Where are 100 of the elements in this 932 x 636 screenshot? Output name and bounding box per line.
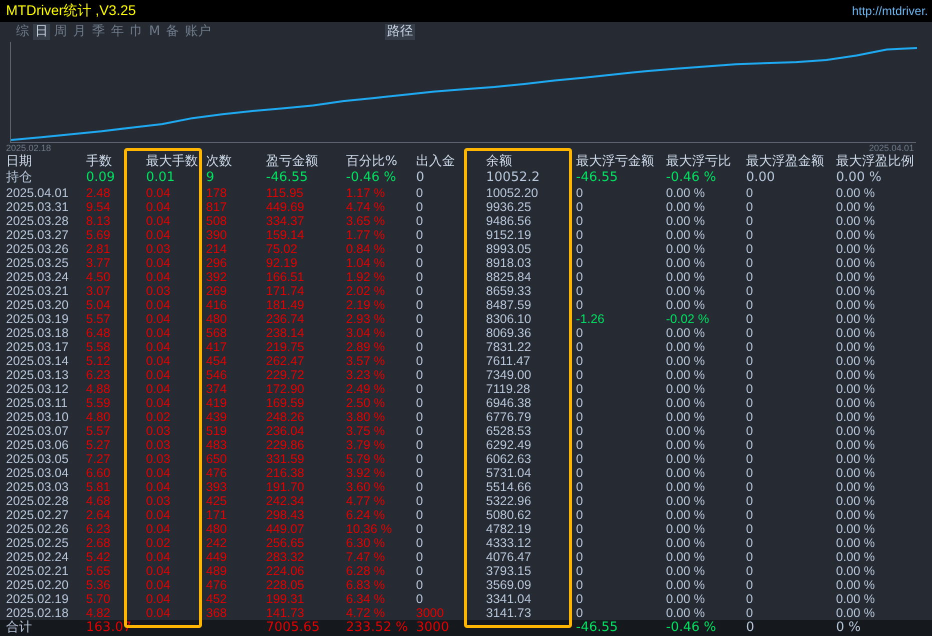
table-cell-text: 191.70: [266, 480, 306, 494]
table-cell-text: 0.00 %: [836, 410, 876, 424]
table-cell-text: 9: [206, 170, 216, 186]
table-cell-text: 5.36: [86, 578, 112, 592]
table-cell-text: 0.00 %: [666, 298, 706, 312]
period-tab[interactable]: 巾: [128, 24, 145, 40]
column-header: 日期: [6, 154, 33, 170]
table-cell-text: 6528.53: [486, 424, 532, 438]
table-cell-text: 0.04: [146, 186, 172, 200]
table-cell-text: 0.04: [146, 298, 172, 312]
table-cell-text: 6.23: [86, 522, 112, 536]
table-cell-text: 0: [576, 508, 584, 522]
table-cell-text: 5.70: [86, 592, 112, 606]
table-cell-text: 0.04: [146, 564, 172, 578]
period-tab[interactable]: 备: [164, 24, 182, 40]
table-cell-text: 172.90: [266, 382, 306, 396]
column-header: 手数: [86, 154, 113, 170]
table-cell-text: 334.37: [266, 214, 306, 228]
table-cell-text: 0.00 %: [666, 382, 706, 396]
table-cell-text: -1.26: [576, 312, 606, 326]
table-cell-text: 0.04: [146, 256, 172, 270]
table-cell-text: 219.75: [266, 340, 306, 354]
table-cell-text: 283.32: [266, 550, 306, 564]
table-cell-text: 452: [206, 592, 228, 606]
table-cell-text: 4.88: [86, 382, 112, 396]
table-cell-text: 199.31: [266, 592, 306, 606]
table-cell-text: 5.59: [86, 396, 112, 410]
column-header: 余额: [486, 154, 513, 170]
website-link[interactable]: http://mtdriver.: [852, 4, 928, 18]
period-tab[interactable]: 账户: [183, 24, 214, 40]
table-cell-text: 650: [206, 452, 228, 466]
table-cell-text: 4076.47: [486, 550, 532, 564]
table-cell-text: 0: [746, 508, 754, 522]
table-cell-text: 0: [746, 242, 754, 256]
period-tab[interactable]: 周: [52, 24, 69, 40]
table-cell-text: 2025.02.26: [6, 522, 70, 536]
table-cell-text: 0.00 %: [666, 354, 706, 368]
table-cell-text: 0.00 %: [836, 214, 876, 228]
table-cell-text: 5.04: [86, 298, 112, 312]
table-cell-text: 5.42: [86, 550, 112, 564]
table-cell-text: 331.59: [266, 452, 306, 466]
table-cell-text: 0.00 %: [666, 522, 706, 536]
table-cell-text: 0: [416, 396, 424, 410]
column-header: 百分比%: [346, 154, 398, 170]
table-cell-text: 2.64: [86, 508, 112, 522]
table-cell-text: 5.81: [86, 480, 112, 494]
table-cell-text: 0.00 %: [836, 508, 876, 522]
table-cell-text: 0: [576, 200, 584, 214]
table-cell-text: 3000: [416, 606, 445, 620]
table-cell-text: 7349.00: [486, 368, 532, 382]
path-button[interactable]: 路径: [385, 24, 416, 40]
period-tab[interactable]: 季: [90, 24, 107, 40]
table-cell-text: 0: [746, 466, 754, 480]
table-cell-text: 0.00 %: [836, 550, 876, 564]
table-cell-text: 3.23 %: [346, 368, 386, 382]
table-cell-text: 0: [416, 228, 424, 242]
table-cell-text: 10.36 %: [346, 522, 393, 536]
table-cell-text: 2025.03.18: [6, 326, 70, 340]
table-cell-text: 8487.59: [486, 298, 532, 312]
table-cell-text: 0.00 %: [836, 564, 876, 578]
period-tab[interactable]: 综: [14, 24, 31, 40]
table-cell-text: 3793.15: [486, 564, 532, 578]
table-cell-text: 0: [416, 438, 424, 452]
table-cell-text: 0: [416, 200, 424, 214]
period-tab[interactable]: 年: [109, 24, 126, 40]
table-cell-text: 0: [416, 340, 424, 354]
column-header: 次数: [206, 154, 233, 170]
period-tab[interactable]: 月: [71, 24, 88, 40]
table-cell-text: 0: [576, 354, 584, 368]
table-cell-text: 5080.62: [486, 508, 532, 522]
table-cell-text: 0: [416, 564, 424, 578]
table-cell-text: 476: [206, 466, 228, 480]
table-cell-text: 8659.33: [486, 284, 532, 298]
table-cell-text: 0.04: [146, 382, 172, 396]
table-cell-text: 0.00 %: [666, 228, 706, 242]
table-cell-text: 5514.66: [486, 480, 532, 494]
table-cell-text: 0: [746, 438, 754, 452]
table-cell-text: 3.75 %: [346, 424, 386, 438]
chart-start-date: 2025.02.18: [6, 143, 52, 154]
period-tab[interactable]: M: [147, 24, 162, 40]
table-cell-text: 0: [416, 466, 424, 480]
table-cell-text: 0.00 %: [666, 452, 706, 466]
table-cell-text: 0: [746, 396, 754, 410]
table-cell-text: 480: [206, 522, 228, 536]
period-tab[interactable]: 日: [33, 24, 50, 40]
table-cell-text: 3141.73: [486, 606, 532, 620]
table-cell-text: 0.00 %: [836, 200, 876, 214]
table-cell-text: 0: [416, 480, 424, 494]
table-cell-text: 546: [206, 368, 228, 382]
table-cell-text: 0: [746, 284, 754, 298]
table-cell-text: 0: [576, 382, 584, 396]
table-cell-text: -0.46 %: [666, 170, 718, 186]
table-cell-text: 0.03: [146, 452, 172, 466]
table-cell-text: 2025.02.21: [6, 564, 70, 578]
table-cell-text: 0: [576, 186, 584, 200]
table-cell-text: 5.69: [86, 228, 112, 242]
table-cell-text: 480: [206, 312, 228, 326]
table-cell-text: 0.00 %: [836, 480, 876, 494]
table-cell-text: 0.00 %: [836, 284, 876, 298]
table-cell-text: 0.04: [146, 312, 172, 326]
